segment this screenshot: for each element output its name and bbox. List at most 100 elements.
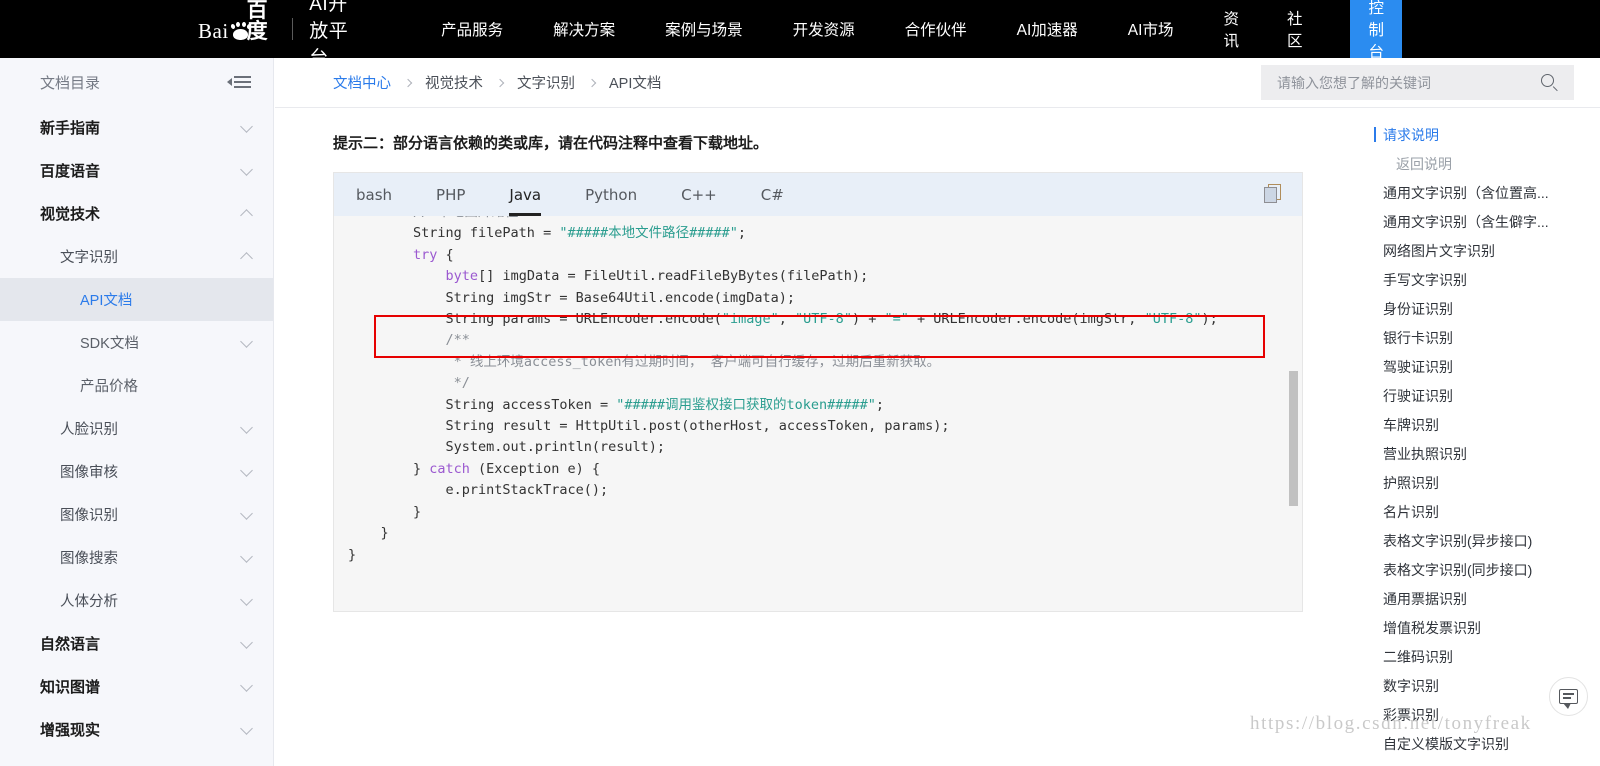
- breadcrumb-item-0[interactable]: 文档中心: [333, 72, 391, 93]
- sidebar-item-10[interactable]: 图像搜索: [0, 536, 273, 579]
- sidebar-item-9[interactable]: 图像识别: [0, 493, 273, 536]
- code-scroll-area[interactable]: // 本地图片路径 String filePath = "#####本地文件路径…: [334, 216, 1302, 611]
- toc-item-18[interactable]: 二维码识别: [1341, 642, 1600, 671]
- lang-tab-bash[interactable]: bash: [356, 173, 392, 216]
- sidebar-item-label: 人脸识别: [60, 422, 118, 438]
- search-icon[interactable]: [1541, 74, 1558, 91]
- baidu-logo: Bai 百度: [198, 0, 275, 42]
- sidebar-item-label: 百度语音: [40, 163, 101, 180]
- toc-item-10[interactable]: 车牌识别: [1341, 410, 1600, 439]
- chevron-down-icon[interactable]: [240, 592, 253, 606]
- chevron-down-icon[interactable]: [240, 635, 253, 649]
- breadcrumb-separator-icon: [495, 78, 505, 87]
- chevron-down-icon[interactable]: [240, 678, 253, 692]
- sidebar-item-6[interactable]: 产品价格: [0, 364, 273, 407]
- toc-item-3[interactable]: 通用文字识别（含生僻字...: [1341, 207, 1600, 236]
- toc-item-11[interactable]: 营业执照识别: [1341, 439, 1600, 468]
- toc-item-16[interactable]: 通用票据识别: [1341, 584, 1600, 613]
- toc-item-2[interactable]: 通用文字识别（含位置高...: [1341, 178, 1600, 207]
- sidebar-item-11[interactable]: 人体分析: [0, 579, 273, 622]
- sidebar-item-label: 图像搜索: [60, 551, 118, 567]
- sidebar-item-2[interactable]: 视觉技术: [0, 192, 273, 235]
- toc-item-8[interactable]: 驾驶证识别: [1341, 352, 1600, 381]
- sidebar-item-label: 知识图谱: [40, 679, 101, 696]
- sidebar-item-8[interactable]: 图像审核: [0, 450, 273, 493]
- paw-icon: [229, 22, 252, 41]
- sidebar-item-label: 产品价格: [80, 379, 138, 395]
- toc-item-4[interactable]: 网络图片文字识别: [1341, 236, 1600, 265]
- copy-code-icon[interactable]: [1264, 184, 1284, 204]
- breadcrumb-item-3[interactable]: API文档: [609, 72, 661, 93]
- nav-item-dev-resources[interactable]: 开发资源: [793, 18, 855, 40]
- nav-item-news[interactable]: 资讯: [1223, 7, 1239, 51]
- breadcrumb: 文档中心 视觉技术 文字识别 API文档: [333, 72, 661, 93]
- chevron-down-icon[interactable]: [240, 506, 253, 520]
- toc-item-13[interactable]: 名片识别: [1341, 497, 1600, 526]
- search-input[interactable]: [1277, 74, 1541, 91]
- chevron-down-icon[interactable]: [240, 721, 253, 735]
- sidebar-item-3[interactable]: 文字识别: [0, 235, 273, 278]
- code-vertical-scrollbar-thumb[interactable]: [1289, 371, 1298, 506]
- chevron-down-icon[interactable]: [240, 162, 253, 176]
- breadcrumb-item-2[interactable]: 文字识别: [517, 72, 575, 93]
- sidebar-item-4[interactable]: API文档: [0, 278, 273, 321]
- search-box[interactable]: [1261, 65, 1574, 100]
- sidebar-item-list: 新手指南百度语音视觉技术文字识别 API文档 SDK文档产品价格人脸识别图像审核图像…: [0, 106, 273, 751]
- nav-item-partners[interactable]: 合作伙伴: [905, 18, 967, 40]
- nav-item-marketplace[interactable]: AI市场: [1128, 18, 1174, 40]
- toc-item-12[interactable]: 护照识别: [1341, 468, 1600, 497]
- breadcrumb-item-1[interactable]: 视觉技术: [425, 72, 483, 93]
- nav-item-solutions[interactable]: 解决方案: [553, 18, 615, 40]
- chevron-down-icon[interactable]: [240, 420, 253, 434]
- chevron-up-icon[interactable]: [240, 208, 253, 222]
- sidebar-item-label: 人体分析: [60, 594, 118, 610]
- sidebar-item-label: 图像识别: [60, 508, 118, 524]
- nav-item-accelerator[interactable]: AI加速器: [1017, 18, 1078, 40]
- sidebar-item-14[interactable]: 增强现实: [0, 708, 273, 751]
- toc-item-17[interactable]: 增值税发票识别: [1341, 613, 1600, 642]
- sidebar-item-label: API文档: [80, 293, 133, 309]
- chevron-up-icon[interactable]: [240, 251, 253, 265]
- lang-tab-c[interactable]: C#: [761, 173, 784, 216]
- sidebar-item-label: 新手指南: [40, 120, 101, 137]
- toc-item-7[interactable]: 银行卡识别: [1341, 323, 1600, 352]
- sidebar-item-7[interactable]: 人脸识别: [0, 407, 273, 450]
- chat-support-button[interactable]: [1549, 677, 1588, 716]
- lang-tab-c[interactable]: C++: [681, 173, 717, 216]
- primary-nav: 产品服务 解决方案 案例与场景 开发资源 合作伙伴 AI加速器 AI市场: [441, 18, 1223, 40]
- sidebar-item-label: 视觉技术: [40, 206, 101, 223]
- lang-tab-python[interactable]: Python: [585, 173, 637, 216]
- chevron-down-icon[interactable]: [240, 549, 253, 563]
- collapse-sidebar-icon[interactable]: [227, 76, 251, 88]
- chevron-down-icon[interactable]: [240, 119, 253, 133]
- lang-tab-php[interactable]: PHP: [436, 173, 465, 216]
- sidebar-item-1[interactable]: 百度语音: [0, 149, 273, 192]
- page-outline: 请求说明 返回说明 通用文字识别（含位置高... 通用文字识别（含生僻字... 网络图片…: [1341, 109, 1600, 766]
- chat-bubble-icon: [1559, 689, 1578, 709]
- sidebar-item-0[interactable]: 新手指南: [0, 106, 273, 149]
- toc-item-14[interactable]: 表格文字识别(异步接口): [1341, 526, 1600, 555]
- chevron-down-icon[interactable]: [240, 463, 253, 477]
- lang-tab-java[interactable]: Java: [509, 173, 541, 216]
- toc-item-5[interactable]: 手写文字识别: [1341, 265, 1600, 294]
- toc-item-9[interactable]: 行驶证识别: [1341, 381, 1600, 410]
- sidebar-item-label: 文字识别: [60, 250, 118, 266]
- chevron-down-icon[interactable]: [240, 334, 253, 348]
- sidebar-item-label: 自然语言: [40, 636, 101, 653]
- nav-item-cases[interactable]: 案例与场景: [665, 18, 743, 40]
- toc-item-6[interactable]: 身份证识别: [1341, 294, 1600, 323]
- breadcrumb-bar: 文档中心 视觉技术 文字识别 API文档: [275, 58, 1600, 108]
- logo-du-text: 百度: [246, 0, 268, 43]
- sidebar-item-13[interactable]: 知识图谱: [0, 665, 273, 708]
- nav-item-products[interactable]: 产品服务: [441, 18, 503, 40]
- nav-item-community[interactable]: 社区: [1287, 7, 1303, 51]
- code-block: // 本地图片路径 String filePath = "#####本地文件路径…: [348, 216, 1218, 563]
- code-vertical-scrollbar-track[interactable]: [1289, 216, 1300, 611]
- sidebar-item-label: SDK文档: [80, 336, 139, 352]
- toc-item-15[interactable]: 表格文字识别(同步接口): [1341, 555, 1600, 584]
- toc-item-1[interactable]: 返回说明: [1341, 149, 1600, 178]
- sidebar-item-12[interactable]: 自然语言: [0, 622, 273, 665]
- toc-item-0[interactable]: 请求说明: [1341, 120, 1600, 149]
- toc-item-21[interactable]: 自定义模版文字识别: [1341, 729, 1600, 758]
- sidebar-item-5[interactable]: SDK文档: [0, 321, 273, 364]
